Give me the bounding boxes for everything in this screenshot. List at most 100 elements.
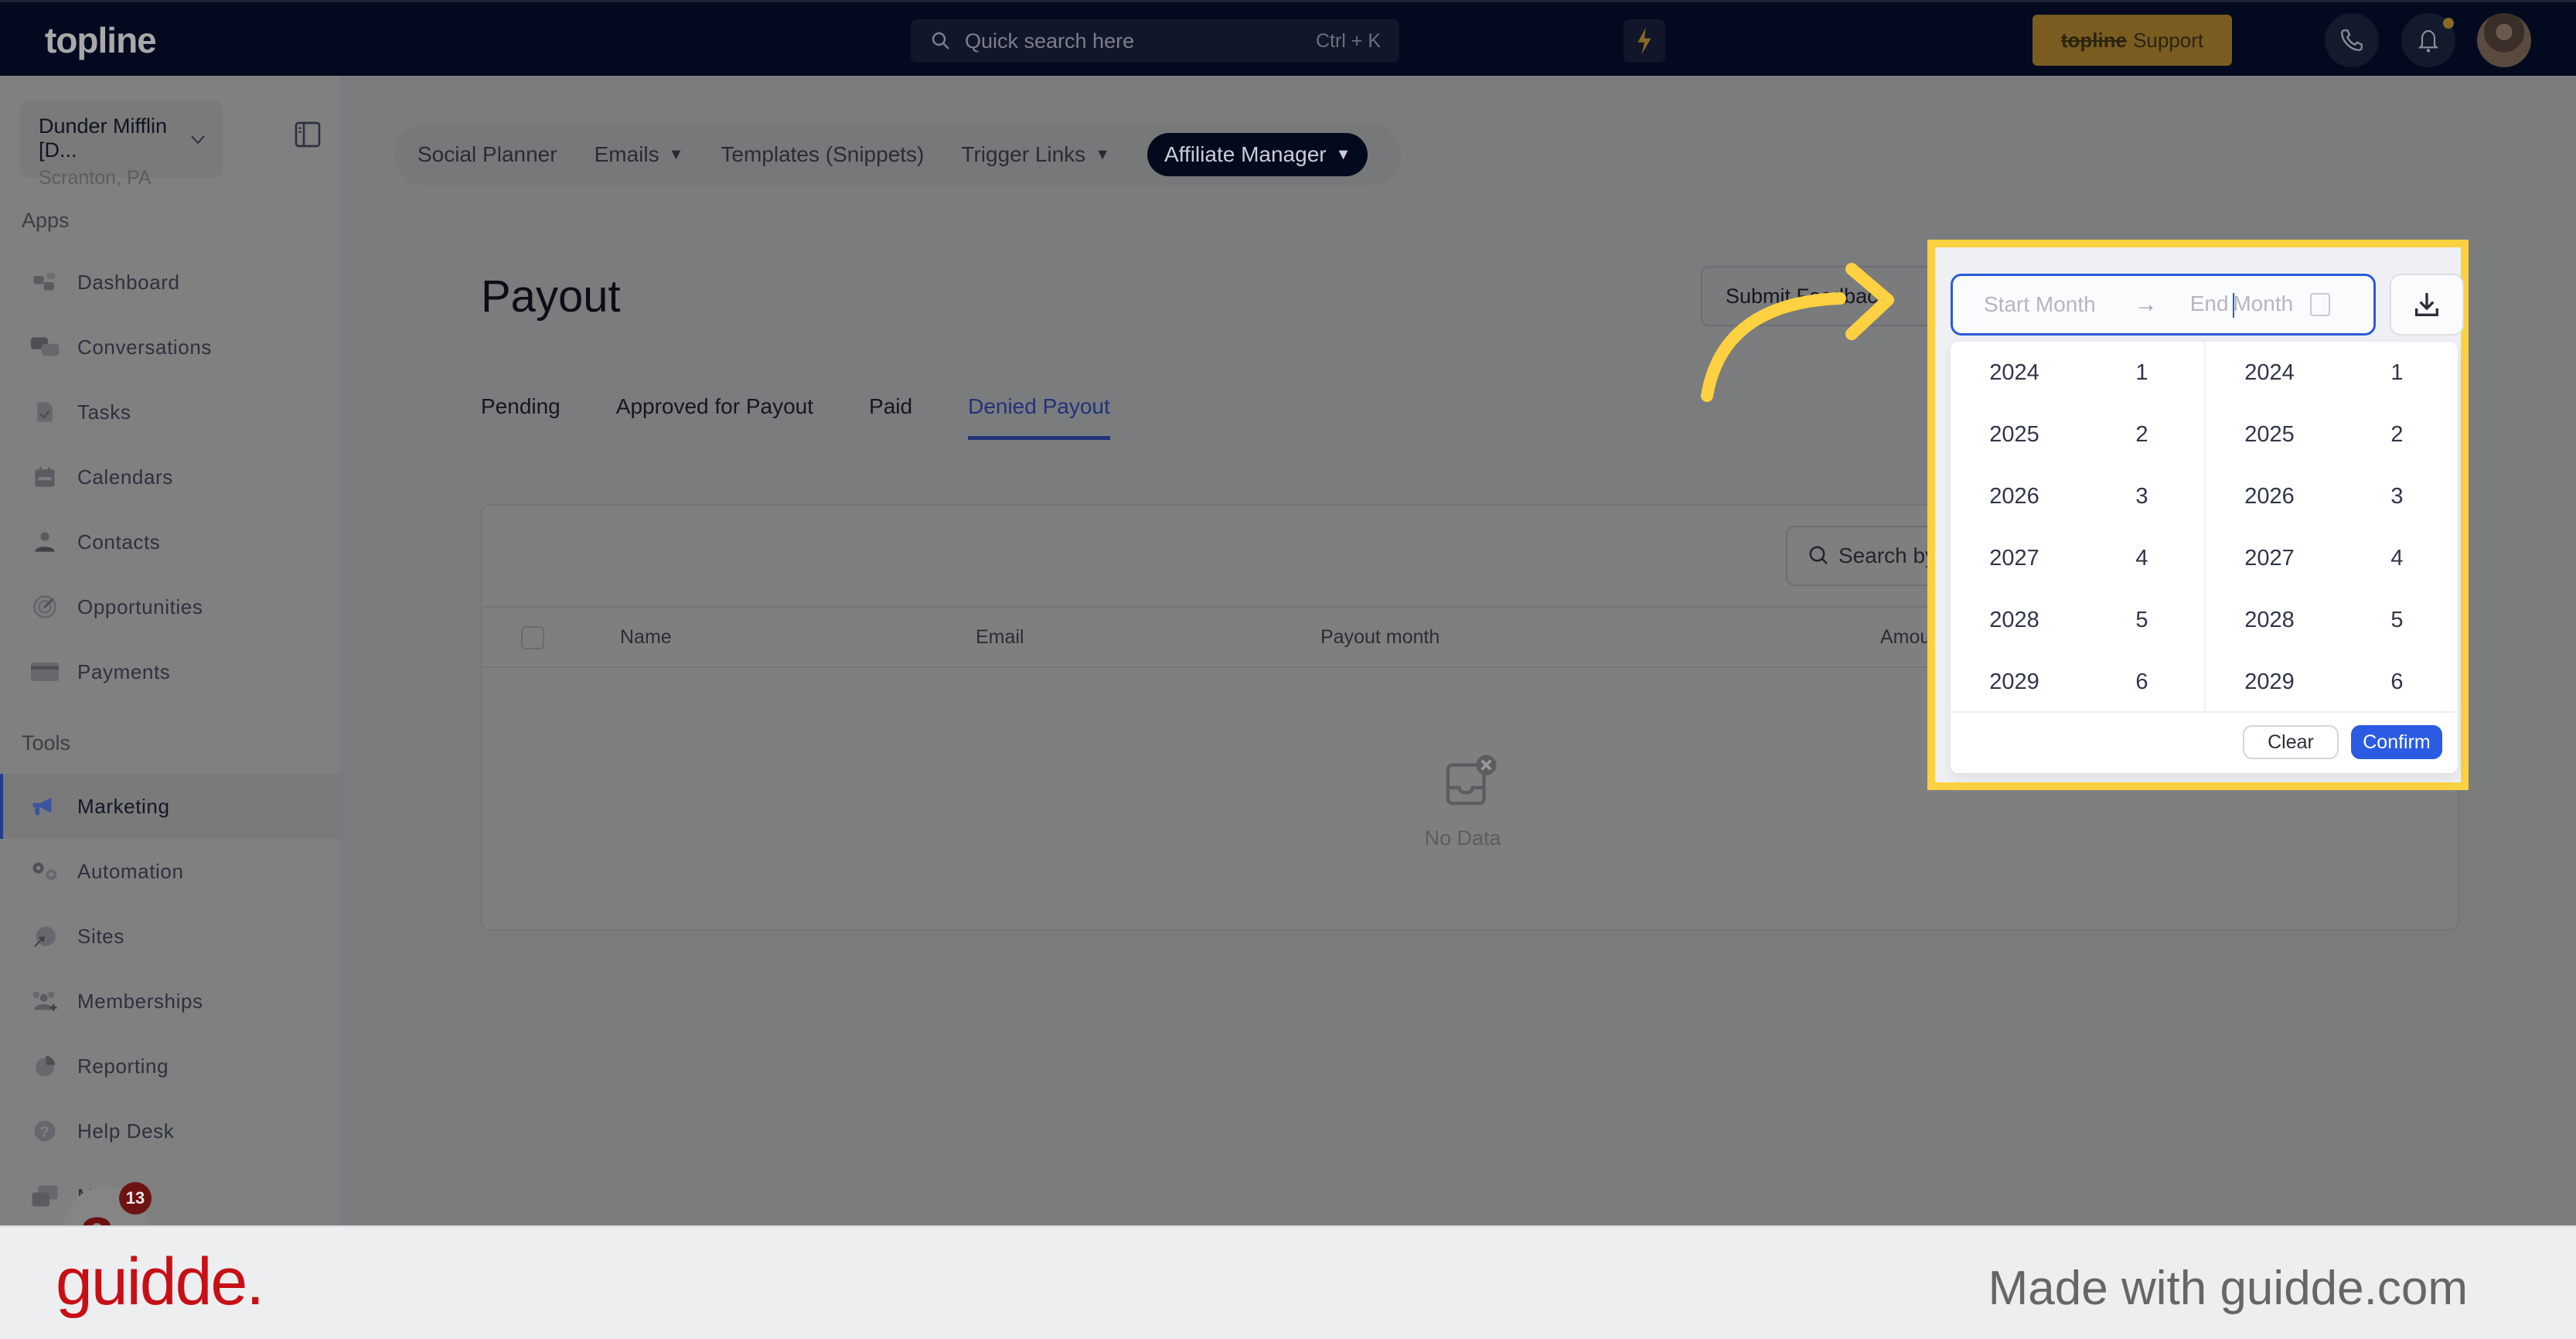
app-logo[interactable]: topline: [45, 19, 157, 61]
start-year-option[interactable]: 2024: [1951, 342, 2078, 404]
end-year-column: 2024 2025 2026 2027 2028 2029: [2206, 342, 2333, 711]
sidebar-item-label: Dashboard: [77, 270, 180, 294]
megaphone-icon: [29, 791, 60, 822]
start-year-option[interactable]: 2028: [1951, 589, 2078, 651]
notification-dot: [2443, 18, 2454, 29]
start-year-option[interactable]: 2029: [1951, 651, 2078, 713]
month-picker-panel: 2024 2025 2026 2027 2028 2029 1 2 3 4 5 …: [1951, 342, 2458, 773]
end-year-option[interactable]: 2025: [2206, 404, 2333, 465]
download-button[interactable]: [2390, 274, 2464, 336]
end-month-option[interactable]: 1: [2333, 342, 2461, 404]
sidebar-item-opportunities[interactable]: Opportunities: [0, 574, 340, 639]
sidebar-item-memberships[interactable]: Memberships: [0, 969, 340, 1034]
chevron-down-icon: ▼: [1335, 145, 1351, 163]
sidebar-item-calendars[interactable]: Calendars: [0, 445, 340, 509]
help-icon: ?: [29, 1116, 60, 1146]
location-subtitle: Scranton, PA: [39, 167, 152, 189]
sidebar-item-conversations[interactable]: Conversations: [0, 315, 340, 380]
end-year-option[interactable]: 2026: [2206, 465, 2333, 527]
start-month-option[interactable]: 4: [2078, 527, 2206, 589]
sidebar-item-dashboard[interactable]: Dashboard: [0, 250, 340, 315]
subnav-templates[interactable]: Templates (Snippets): [721, 142, 924, 167]
sidebar-item-marketing[interactable]: Marketing: [0, 774, 340, 839]
sidebar-item-label: Contacts: [77, 530, 161, 554]
end-year-option[interactable]: 2029: [2206, 651, 2333, 713]
sidebar-item-label: Memberships: [77, 989, 203, 1013]
end-month-column: 1 2 3 4 5 6: [2333, 342, 2461, 711]
gears-icon: [29, 856, 60, 887]
end-month-option[interactable]: 5: [2333, 589, 2461, 651]
phone-button[interactable]: [2325, 13, 2379, 67]
support-button[interactable]: topline Support: [2033, 15, 2232, 66]
location-switcher[interactable]: Dunder Mifflin [D... Scranton, PA: [20, 101, 223, 189]
end-year-option[interactable]: 2028: [2206, 589, 2333, 651]
empty-state-text: No Data: [1424, 826, 1501, 850]
sidebar-item-contacts[interactable]: Contacts: [0, 509, 340, 574]
start-month-field[interactable]: Start Month: [1984, 292, 2096, 317]
subnav-trigger-links[interactable]: Trigger Links ▼: [961, 142, 1110, 167]
sidebar-item-payments[interactable]: Payments: [0, 639, 340, 704]
sidebar-collapse-icon[interactable]: [292, 119, 323, 150]
support-brand: topline: [2060, 28, 2128, 52]
start-year-option[interactable]: 2027: [1951, 527, 2078, 589]
start-month-option[interactable]: 2: [2078, 404, 2206, 465]
user-avatar[interactable]: [2477, 13, 2531, 67]
start-month-option[interactable]: 1: [2078, 342, 2206, 404]
sidebar-item-sites[interactable]: Sites: [0, 904, 340, 969]
column-header-email[interactable]: Email: [976, 626, 1024, 649]
location-name: Dunder Mifflin [D...: [39, 114, 168, 162]
quick-search-input[interactable]: Quick search here Ctrl + K: [911, 19, 1399, 63]
sidebar-item-mailgun[interactable]: Mailgun: [0, 1164, 340, 1228]
svg-text:?: ?: [40, 1124, 50, 1141]
confirm-button[interactable]: Confirm: [2351, 725, 2442, 759]
subnav-label: Trigger Links: [961, 142, 1086, 166]
column-header-payout-month[interactable]: Payout month: [1320, 626, 1440, 649]
end-month-field[interactable]: End Month: [2190, 291, 2293, 318]
top-bar: topline Quick search here Ctrl + K topli…: [0, 0, 2576, 76]
tab-denied-payout[interactable]: Denied Payout: [968, 394, 1110, 440]
sidebar-item-label: Tasks: [77, 400, 131, 424]
chevron-down-icon: ▼: [1095, 145, 1110, 163]
end-year-option[interactable]: 2027: [2206, 527, 2333, 589]
start-year-column: 2024 2025 2026 2027 2028 2029: [1951, 342, 2078, 711]
marketing-subnav: Social Planner Emails ▼ Templates (Snippe…: [394, 124, 1401, 186]
notifications-button[interactable]: [2401, 13, 2455, 67]
tab-approved-for-payout[interactable]: Approved for Payout: [616, 394, 813, 440]
page-title: Payout: [481, 271, 621, 322]
start-month-option[interactable]: 3: [2078, 465, 2206, 527]
end-month-placeholder-b: Month: [2233, 291, 2294, 316]
sidebar-item-automation[interactable]: Automation: [0, 839, 340, 904]
sidebar-item-tasks[interactable]: Tasks: [0, 380, 340, 445]
start-month-option[interactable]: 5: [2078, 589, 2206, 651]
end-month-option[interactable]: 6: [2333, 651, 2461, 713]
sidebar-item-label: Calendars: [77, 465, 173, 489]
sidebar-item-label: Marketing: [77, 794, 170, 818]
notification-count-badge: 13: [119, 1182, 152, 1215]
sidebar-item-help-desk[interactable]: ? Help Desk: [0, 1099, 340, 1164]
sidebar-item-label: Automation: [77, 859, 184, 883]
empty-state: No Data: [1424, 753, 1509, 850]
tab-pending[interactable]: Pending: [481, 394, 561, 440]
search-shortcut: Ctrl + K: [1315, 29, 1381, 52]
subnav-emails[interactable]: Emails ▼: [595, 142, 684, 167]
end-month-option[interactable]: 3: [2333, 465, 2461, 527]
globe-cursor-icon: [29, 921, 60, 952]
start-year-option[interactable]: 2026: [1951, 465, 2078, 527]
column-header-name[interactable]: Name: [620, 626, 672, 649]
start-month-option[interactable]: 6: [2078, 651, 2206, 713]
calendar-icon: [29, 462, 60, 492]
subnav-affiliate-manager[interactable]: Affiliate Manager ▼: [1147, 133, 1368, 176]
end-month-option[interactable]: 4: [2333, 527, 2461, 589]
subnav-social-planner[interactable]: Social Planner: [417, 142, 557, 167]
quick-actions-button[interactable]: [1624, 19, 1665, 63]
end-month-option[interactable]: 2: [2333, 404, 2461, 465]
sidebar-item-reporting[interactable]: Reporting: [0, 1034, 340, 1099]
clear-button[interactable]: Clear: [2243, 725, 2339, 759]
start-year-option[interactable]: 2025: [1951, 404, 2078, 465]
end-year-option[interactable]: 2024: [2206, 342, 2333, 404]
contacts-icon: [29, 526, 60, 557]
month-range-input[interactable]: Start Month → End Month: [1951, 274, 2376, 336]
select-all-checkbox[interactable]: [521, 626, 544, 649]
subnav-label: Templates (Snippets): [721, 142, 925, 166]
tab-paid[interactable]: Paid: [869, 394, 912, 440]
